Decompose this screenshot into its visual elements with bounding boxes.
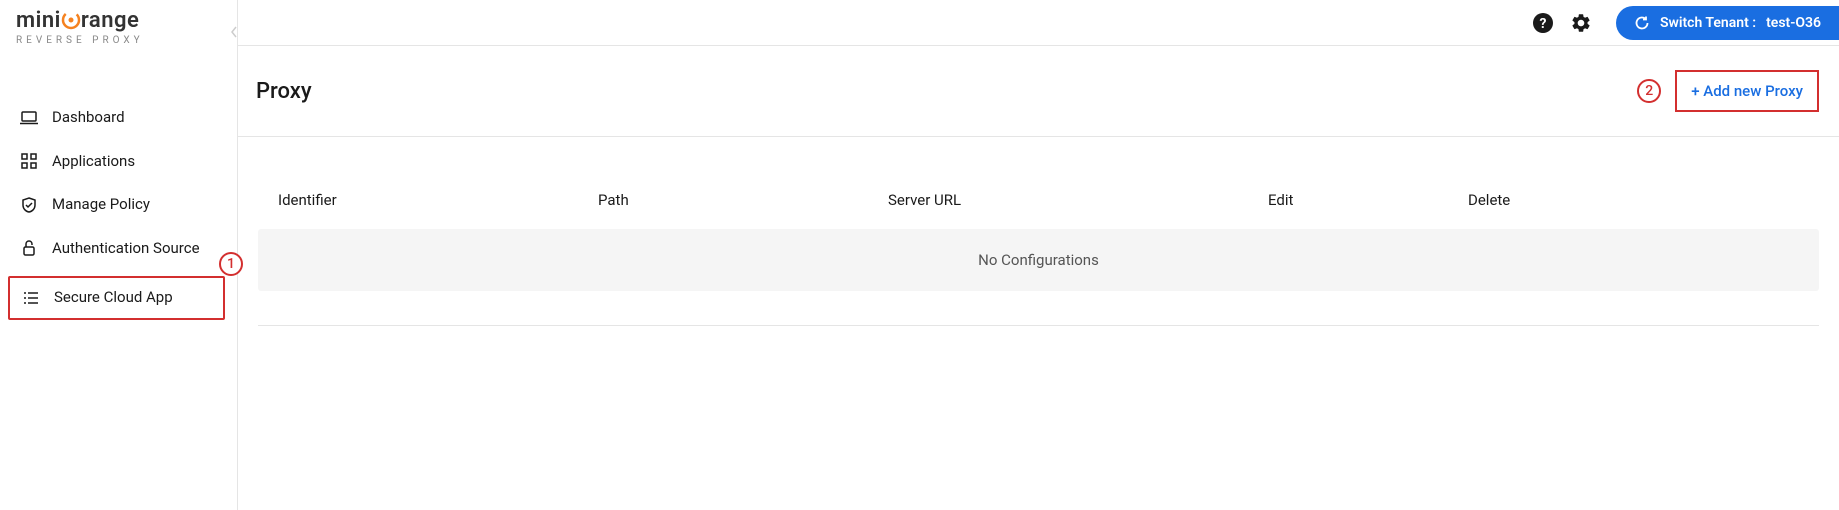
page-title: Proxy [256,79,312,104]
sidebar-item-label: Manage Policy [52,195,150,215]
shield-check-icon [20,196,38,214]
sidebar-item-manage-policy[interactable]: Manage Policy [0,183,237,227]
main: ? Switch Tenant : test-O36 Proxy 2 + Add… [238,0,1839,510]
sidebar-item-label: Applications [52,152,135,172]
column-header-edit: Edit [1268,191,1468,209]
help-icon[interactable]: ? [1532,12,1554,34]
sidebar: mini range REVERSE PROXY Dashboard Applic… [0,0,238,510]
topbar: ? Switch Tenant : test-O36 [238,0,1839,46]
column-header-identifier: Identifier [278,191,598,209]
page-header: Proxy 2 + Add new Proxy [238,46,1839,137]
logo-suffix: range [81,8,140,33]
sidebar-item-label: Dashboard [52,108,125,128]
grid-icon [20,152,38,170]
logo: mini range REVERSE PROXY [0,0,237,66]
lock-icon [20,239,38,257]
laptop-icon [20,109,38,127]
table-header: Identifier Path Server URL Edit Delete [258,177,1819,223]
svg-text:?: ? [1539,16,1546,32]
column-header-delete: Delete [1468,191,1799,209]
logo-subtitle: REVERSE PROXY [16,35,221,46]
divider [258,325,1819,326]
logo-accent [61,8,81,33]
switch-tenant-value: test-O36 [1766,15,1821,31]
sidebar-item-authentication-source[interactable]: Authentication Source [0,227,237,271]
table-empty-message: No Configurations [258,229,1819,291]
sidebar-item-label: Secure Cloud App [54,288,173,308]
gear-icon[interactable] [1570,12,1592,34]
sidebar-item-applications[interactable]: Applications [0,140,237,184]
sidebar-item-label: Authentication Source [52,239,200,259]
sidebar-collapse-handle[interactable] [230,26,238,38]
switch-tenant-button[interactable]: Switch Tenant : test-O36 [1616,6,1839,40]
sidebar-nav: Dashboard Applications Manage Policy Aut… [0,66,237,326]
column-header-server-url: Server URL [888,191,1268,209]
sidebar-item-secure-cloud-app[interactable]: 1 Secure Cloud App [8,276,225,320]
column-header-path: Path [598,191,888,209]
sidebar-item-dashboard[interactable]: Dashboard [0,96,237,140]
logo-prefix: mini [16,8,61,33]
add-new-proxy-button[interactable]: + Add new Proxy [1675,70,1819,112]
switch-tenant-label: Switch Tenant : [1660,15,1756,31]
logo-text: mini range [16,8,221,33]
annotation-badge-2: 2 [1637,79,1661,103]
refresh-icon [1634,15,1650,31]
content: Identifier Path Server URL Edit Delete N… [238,137,1839,346]
annotation-badge-1: 1 [219,252,243,276]
list-icon [22,289,40,307]
